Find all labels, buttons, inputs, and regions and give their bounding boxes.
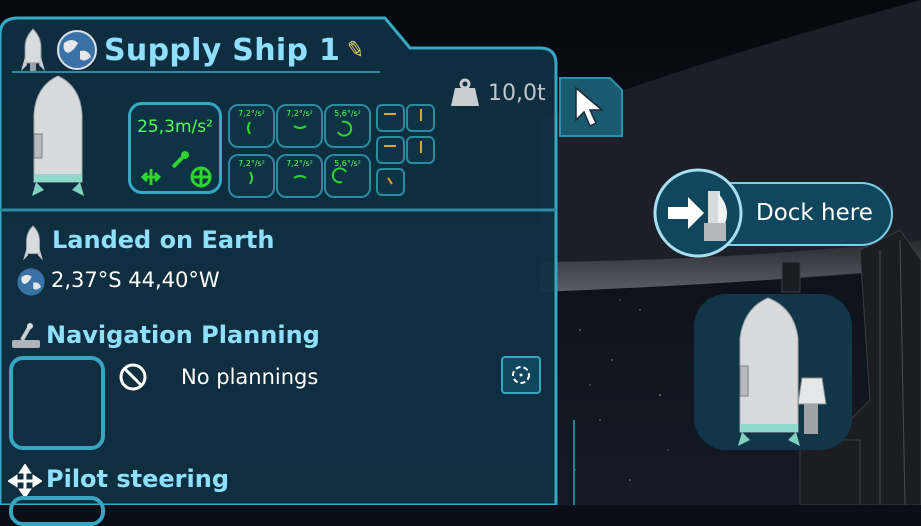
pilot-steering-title: Pilot steering bbox=[46, 465, 229, 493]
vessel-image bbox=[32, 75, 84, 196]
vessel-name[interactable]: Supply Ship 1 bbox=[104, 33, 340, 68]
dock-label: Dock here bbox=[756, 200, 873, 226]
no-plannings-text: No plannings bbox=[181, 365, 319, 389]
joystick-icon bbox=[12, 323, 40, 348]
earth-icon bbox=[57, 30, 97, 70]
steering-slot[interactable] bbox=[9, 496, 105, 526]
target-button[interactable] bbox=[501, 356, 541, 394]
steering-icon bbox=[8, 464, 42, 498]
select-button[interactable] bbox=[558, 76, 624, 138]
landed-status: Landed on Earth bbox=[52, 226, 275, 254]
thrust-icons bbox=[140, 151, 212, 188]
rocket-icon bbox=[21, 28, 45, 71]
rotation-glyphs bbox=[247, 120, 353, 185]
navigation-planning-title: Navigation Planning bbox=[46, 321, 320, 349]
target-icon bbox=[512, 366, 530, 384]
coordinates: 2,37°S 44,40°W bbox=[51, 268, 220, 292]
planning-slot[interactable] bbox=[9, 356, 105, 450]
title-row: Supply Ship 1 ✎ bbox=[20, 26, 367, 74]
mass-value: 10,0t bbox=[488, 80, 546, 106]
acceleration-value: 25,3m/s² bbox=[137, 117, 213, 137]
no-entry-icon bbox=[119, 363, 147, 391]
pencil-icon[interactable]: ✎ bbox=[344, 36, 366, 64]
acceleration-main[interactable]: 25,3m/s² bbox=[128, 102, 222, 194]
earth-icon bbox=[17, 268, 45, 296]
mass-readout: 10,0t bbox=[450, 78, 546, 108]
translation-glyphs bbox=[384, 109, 422, 185]
vessel-panel: Supply Ship 1 ✎ 10,0t 25,3m/s² 7,2°/s² 7… bbox=[0, 0, 560, 526]
target-vessel[interactable] bbox=[694, 294, 852, 450]
weight-icon bbox=[451, 78, 479, 106]
rocket-icon bbox=[23, 225, 43, 261]
